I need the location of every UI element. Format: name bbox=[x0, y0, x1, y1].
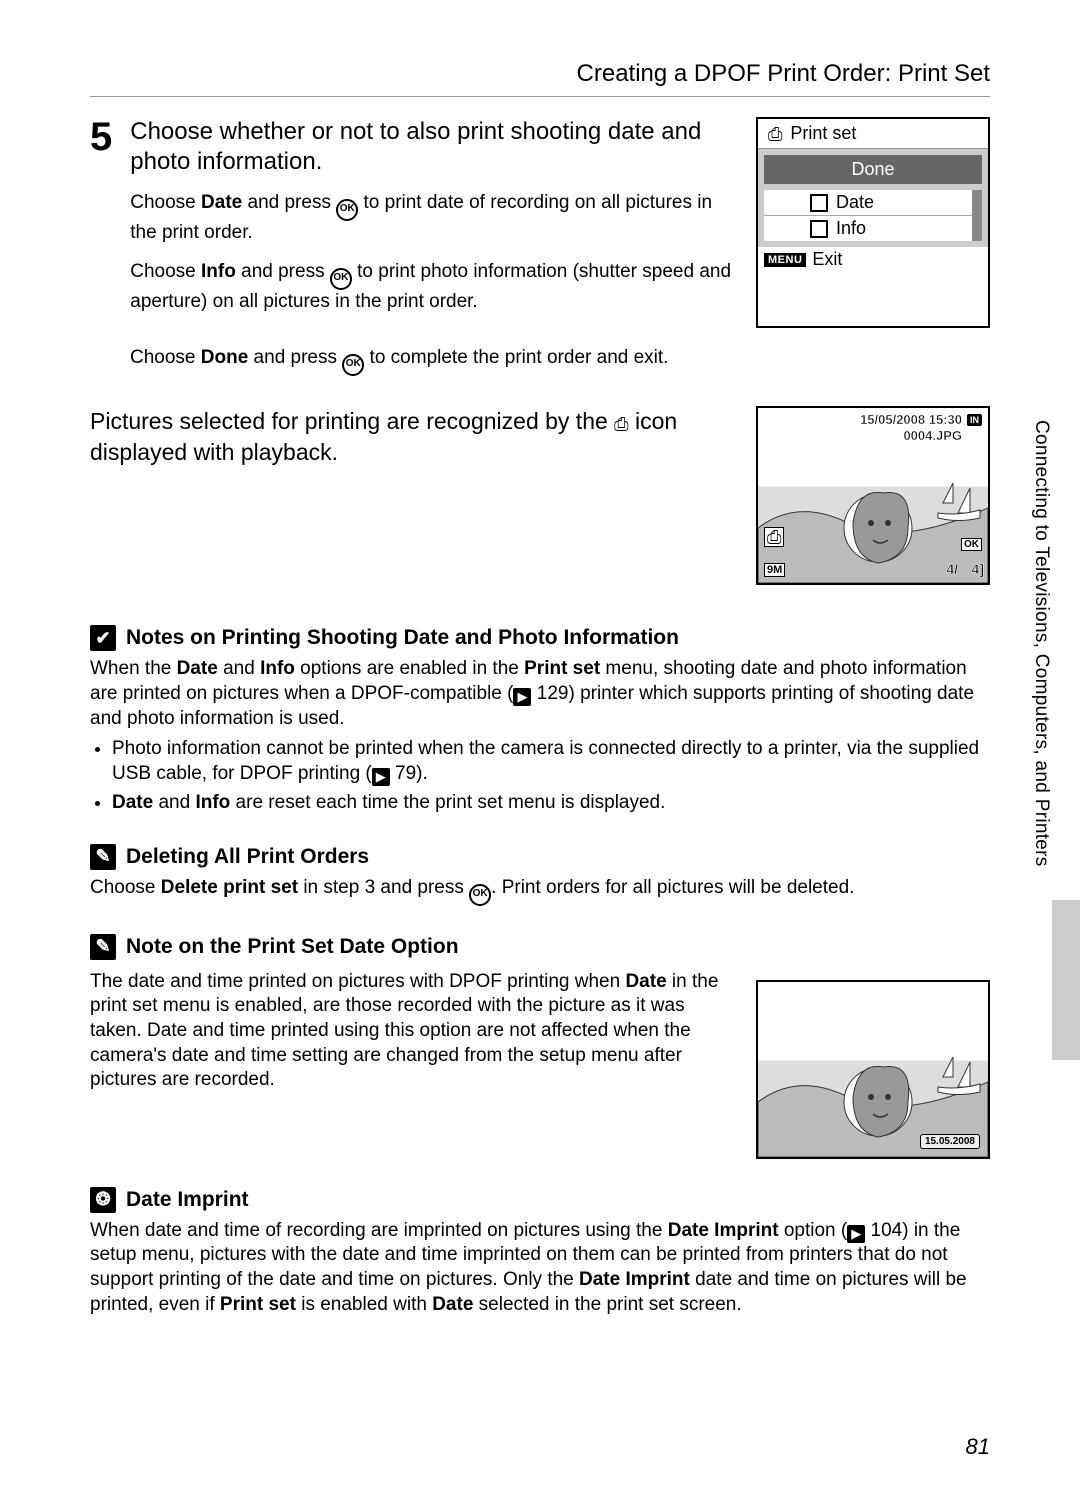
page-ref-icon: ▶ bbox=[847, 1225, 865, 1243]
notes3-title: Note on the Print Set Date Option bbox=[126, 935, 459, 959]
notes-printing-date-info: ✔ Notes on Printing Shooting Date and Ph… bbox=[90, 625, 990, 815]
ok-icon: OK bbox=[330, 268, 352, 290]
thumb2-datestamp: 15.05.2008 bbox=[920, 1134, 980, 1149]
step-para-2: Choose Info and press OK to print photo … bbox=[130, 260, 738, 315]
thumb-count-total: 4] bbox=[972, 561, 984, 577]
notes-date-imprint: ❂ Date Imprint When date and time of rec… bbox=[90, 1187, 990, 1318]
notes1-bullet-1: Photo information cannot be printed when… bbox=[112, 737, 990, 786]
page-number: 81 bbox=[966, 1434, 990, 1460]
thumb-count-pos: 4/ bbox=[946, 561, 958, 577]
side-tab bbox=[1052, 900, 1080, 1060]
lcd-footer: MENU Exit bbox=[758, 247, 988, 272]
pencil-note-icon: ✎ bbox=[90, 934, 116, 960]
date-imprint-thumbnail: 15.05.2008 bbox=[756, 980, 990, 1159]
lcd-title-text: Print set bbox=[790, 123, 856, 144]
side-chapter-label: Connecting to Televisions, Computers, an… bbox=[1030, 420, 1052, 867]
page-ref-icon: ▶ bbox=[513, 688, 531, 706]
thumb-filename: 0004.JPG bbox=[903, 428, 962, 443]
step-title: Choose whether or not to also print shoo… bbox=[130, 117, 738, 177]
lcd-date-option[interactable]: Date bbox=[764, 190, 982, 215]
scrollbar[interactable] bbox=[972, 190, 982, 241]
page-ref-icon: ▶ bbox=[372, 768, 390, 786]
ok-icon: OK bbox=[342, 354, 364, 376]
notes2-paragraph: Choose Delete print set in step 3 and pr… bbox=[90, 876, 990, 906]
notes1-paragraph: When the Date and Info options are enabl… bbox=[90, 657, 990, 731]
checkbox-icon bbox=[810, 194, 828, 212]
pencil-note-icon: ✎ bbox=[90, 844, 116, 870]
ok-icon: OK bbox=[336, 199, 358, 221]
in-memory-icon: IN bbox=[967, 414, 982, 426]
notes1-bullet-2: Date and Info are reset each time the pr… bbox=[112, 791, 990, 816]
step-number: 5 bbox=[90, 117, 112, 328]
ok-hint-icon: OK bbox=[961, 538, 982, 551]
lcd-print-set-screen: ⎙ Print set Done Date Info bbox=[756, 117, 990, 328]
checkbox-icon bbox=[810, 220, 828, 238]
thumb-datetime: 15/05/2008 15:30 bbox=[860, 412, 962, 427]
page-header: Creating a DPOF Print Order: Print Set bbox=[90, 60, 990, 97]
notes3-paragraph: The date and time printed on pictures wi… bbox=[90, 970, 738, 1093]
step-5: 5 Choose whether or not to also print sh… bbox=[90, 117, 990, 328]
lcd-done-option[interactable]: Done bbox=[764, 155, 982, 184]
lcd-title: ⎙ Print set bbox=[758, 119, 988, 149]
printer-icon: ⎙ bbox=[614, 415, 628, 433]
step-para-1: Choose Date and press OK to print date o… bbox=[130, 191, 738, 246]
notes-print-set-date: ✎ Note on the Print Set Date Option The … bbox=[90, 934, 990, 1159]
print-order-icon: ⎙ bbox=[764, 527, 784, 547]
lcd-info-option[interactable]: Info bbox=[764, 215, 982, 241]
playback-thumbnail: 15/05/2008 15:30 IN 0004.JPG ⎙ OK 9M 4/ … bbox=[756, 406, 990, 585]
lcd-date-label: Date bbox=[836, 192, 874, 213]
tip-note-icon: ❂ bbox=[90, 1187, 116, 1213]
image-size-icon: 9M bbox=[764, 563, 785, 577]
step-para-3: Choose Done and press OK to complete the… bbox=[130, 346, 990, 376]
ok-icon: OK bbox=[469, 884, 491, 906]
notes1-title: Notes on Printing Shooting Date and Phot… bbox=[126, 626, 679, 650]
menu-button-label: MENU bbox=[764, 253, 806, 267]
printer-icon: ⎙ bbox=[768, 125, 782, 143]
lcd-exit-label: Exit bbox=[812, 249, 842, 270]
notes4-paragraph: When date and time of recording are impr… bbox=[90, 1219, 990, 1318]
lcd-info-label: Info bbox=[836, 218, 866, 239]
notes4-title: Date Imprint bbox=[126, 1188, 249, 1212]
playback-recognition-text: Pictures selected for printing are recog… bbox=[90, 406, 738, 468]
notes-deleting-orders: ✎ Deleting All Print Orders Choose Delet… bbox=[90, 844, 990, 906]
notes2-title: Deleting All Print Orders bbox=[126, 845, 369, 869]
check-note-icon: ✔ bbox=[90, 625, 116, 651]
